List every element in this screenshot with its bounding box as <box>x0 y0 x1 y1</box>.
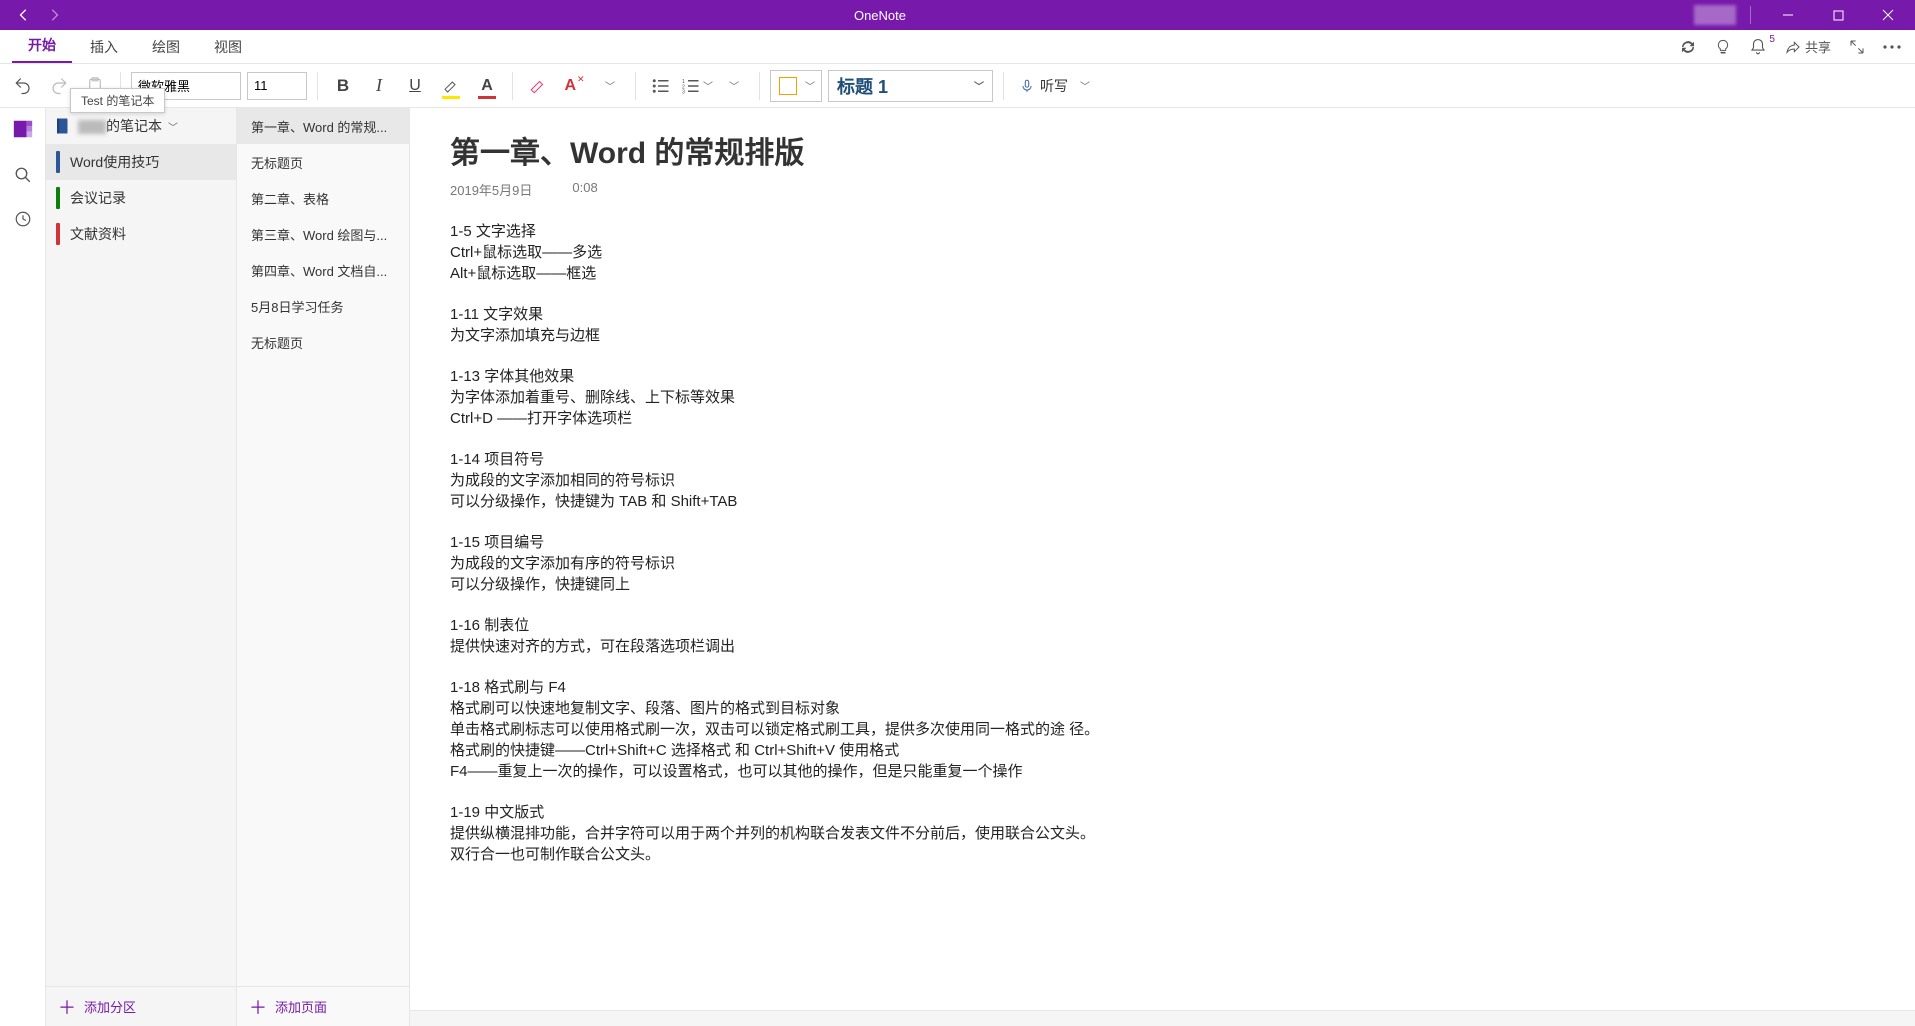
plus-icon: ＋ <box>58 994 76 1020</box>
font-color-button[interactable]: A <box>472 70 502 102</box>
horizontal-scrollbar[interactable] <box>410 1010 1915 1026</box>
undo-button[interactable] <box>8 70 38 102</box>
nav-rail <box>0 108 46 1026</box>
clear-format-button[interactable] <box>523 70 553 102</box>
section-label: 会议记录 <box>70 188 126 208</box>
plus-icon: ＋ <box>249 994 267 1020</box>
page-item[interactable]: 第三章、Word 绘图与... <box>237 216 409 252</box>
add-section-button[interactable]: ＋ 添加分区 <box>46 986 236 1026</box>
close-button[interactable] <box>1865 0 1911 30</box>
add-page-button[interactable]: ＋ 添加页面 <box>237 986 409 1026</box>
page-item[interactable]: 5月8日学习任务 <box>237 288 409 324</box>
lightbulb-icon[interactable] <box>1715 38 1731 56</box>
highlight-button[interactable] <box>436 70 466 102</box>
note-block[interactable]: 1-16 制表位提供快速对齐的方式，可在段落选项栏调出 <box>450 615 1470 657</box>
account-indicator[interactable] <box>1694 5 1736 25</box>
notebook-name: 的笔记本 <box>78 116 162 136</box>
bullet-list-button[interactable] <box>646 70 676 102</box>
titlebar: OneNote <box>0 0 1915 30</box>
tab-视图[interactable]: 视图 <box>198 29 258 63</box>
tab-插入[interactable]: 插入 <box>74 29 134 63</box>
note-block[interactable]: 1-5 文字选择Ctrl+鼠标选取——多选Alt+鼠标选取——框选 <box>450 221 1470 284</box>
app-title: OneNote <box>66 8 1694 23</box>
note-block[interactable]: 1-11 文字效果为文字添加填充与边框 <box>450 304 1470 346</box>
fullscreen-icon[interactable] <box>1849 39 1865 55</box>
note-time: 0:08 <box>572 180 597 199</box>
tab-绘图[interactable]: 绘图 <box>136 29 196 63</box>
more-icon[interactable] <box>1883 45 1901 49</box>
section-item[interactable]: 会议记录 <box>46 180 236 216</box>
dictate-button[interactable]: 听写 ﹀ <box>1014 70 1096 102</box>
tag-selector[interactable]: ﹀ <box>770 70 822 102</box>
note-content-area[interactable]: 第一章、Word 的常规排版 2019年5月9日 0:08 1-5 文字选择Ct… <box>410 108 1915 1026</box>
style-selector[interactable]: 标题 1 ﹀ <box>828 70 993 102</box>
tab-开始[interactable]: 开始 <box>12 27 72 63</box>
note-block[interactable]: 1-18 格式刷与 F4格式刷可以快速地复制文字、段落、图片的格式到目标对象单击… <box>450 677 1470 782</box>
bold-button[interactable]: B <box>328 70 358 102</box>
more-paragraph-button[interactable]: ﹀ <box>719 70 749 102</box>
section-item[interactable]: 文献资料 <box>46 216 236 252</box>
minimize-button[interactable] <box>1765 0 1811 30</box>
note-block[interactable]: 1-15 项目编号为成段的文字添加有序的符号标识可以分级操作，快捷键同上 <box>450 532 1470 595</box>
sync-icon[interactable] <box>1679 38 1697 56</box>
page-item[interactable]: 第四章、Word 文档自... <box>237 252 409 288</box>
recent-icon[interactable] <box>14 210 32 228</box>
page-column: 第一章、Word 的常规...无标题页第二章、表格第三章、Word 绘图与...… <box>237 108 410 1026</box>
section-label: 文献资料 <box>70 224 126 244</box>
maximize-button[interactable] <box>1815 0 1861 30</box>
notifications-icon[interactable]: 5 <box>1749 38 1767 56</box>
font-size-input[interactable] <box>247 72 307 100</box>
page-item[interactable]: 无标题页 <box>237 324 409 360</box>
onenote-logo-icon[interactable] <box>12 118 34 140</box>
notebook-selector[interactable]: 的笔记本 ﹀ <box>46 108 236 144</box>
page-item[interactable]: 第一章、Word 的常规... <box>237 108 409 144</box>
notebook-icon <box>54 117 72 135</box>
notebook-tooltip: Test 的笔记本 <box>70 88 165 113</box>
more-font-button[interactable]: ﹀ <box>595 70 625 102</box>
italic-button[interactable]: I <box>364 70 394 102</box>
section-label: Word使用技巧 <box>70 152 159 172</box>
page-item[interactable]: 无标题页 <box>237 144 409 180</box>
number-list-button[interactable]: 123﹀ <box>682 70 713 102</box>
section-column: 的笔记本 ﹀ Word使用技巧会议记录文献资料 ＋ 添加分区 <box>46 108 237 1026</box>
underline-button[interactable]: U <box>400 70 430 102</box>
todo-tag-icon <box>779 77 797 95</box>
search-icon[interactable] <box>14 166 32 184</box>
note-block[interactable]: 1-14 项目符号为成段的文字添加相同的符号标识可以分级操作，快捷键为 TAB … <box>450 449 1470 512</box>
back-button[interactable] <box>12 3 36 27</box>
font-color-clear-button[interactable]: A✕ <box>559 70 589 102</box>
menu-tabbar: 开始插入绘图视图 5 共享 <box>0 30 1915 64</box>
svg-text:3: 3 <box>682 89 685 94</box>
forward-button[interactable] <box>42 3 66 27</box>
note-date: 2019年5月9日 <box>450 180 532 199</box>
note-block[interactable]: 1-19 中文版式提供纵横混排功能，合并字符可以用于两个并列的机构联合发表文件不… <box>450 802 1470 865</box>
note-block[interactable]: 1-13 字体其他效果为字体添加着重号、删除线、上下标等效果Ctrl+D ——打… <box>450 366 1470 429</box>
notification-count: 5 <box>1769 34 1775 45</box>
ribbon-toolbar: B I U A A✕ ﹀ 123﹀ ﹀ ﹀ 标题 1 ﹀ 听写 ﹀ <box>0 64 1915 108</box>
section-item[interactable]: Word使用技巧 <box>46 144 236 180</box>
page-item[interactable]: 第二章、表格 <box>237 180 409 216</box>
share-button[interactable]: 共享 <box>1785 37 1831 56</box>
page-title[interactable]: 第一章、Word 的常规排版 <box>450 128 1470 172</box>
